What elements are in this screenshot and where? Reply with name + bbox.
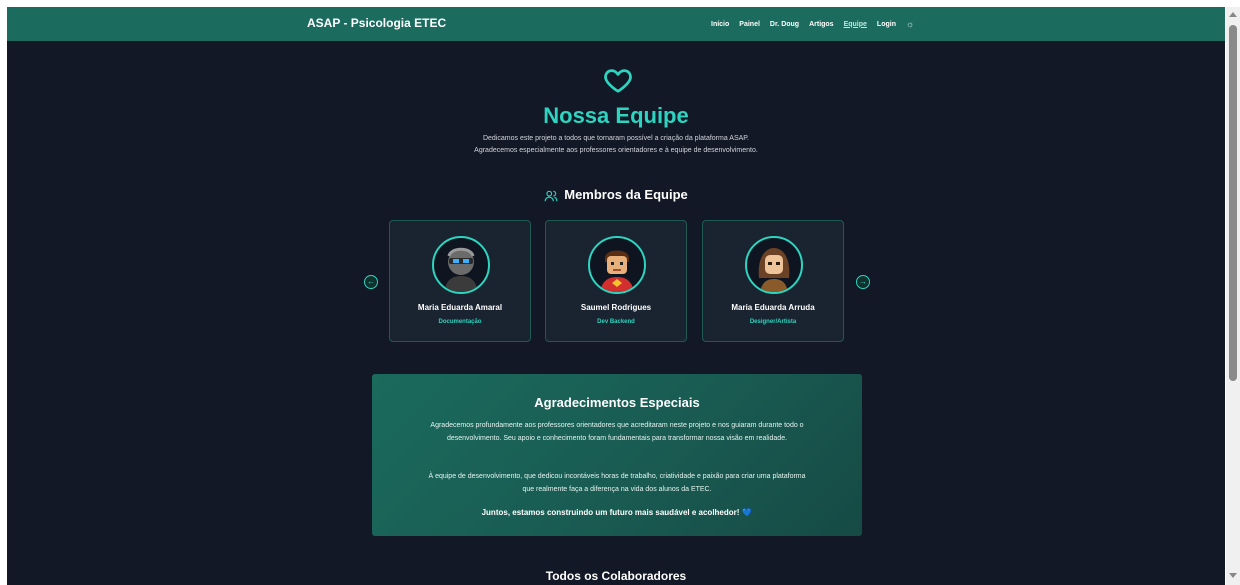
nav-equipe[interactable]: Equipe: [844, 21, 867, 28]
page-subtitle: Dedicamos este projeto a todos que torna…: [7, 133, 1225, 157]
member-name: Maria Eduarda Amaral: [417, 303, 503, 312]
avatar: [432, 236, 490, 294]
scrollbar[interactable]: [1226, 7, 1240, 585]
subtitle-line-1: Dedicamos este projeto a todos que torna…: [482, 135, 750, 142]
scroll-down-icon[interactable]: [1229, 573, 1237, 578]
page-title: Nossa Equipe: [543, 103, 689, 128]
members-title-text: Membros da Equipe: [564, 187, 688, 202]
sun-icon[interactable]: ☼: [906, 19, 914, 29]
scrollbar-thumb[interactable]: [1229, 25, 1237, 381]
thanks-panel: Agradecimentos Especiais Agradecemos pro…: [372, 374, 862, 536]
member-name: Maria Eduarda Arruda: [731, 303, 815, 312]
collaborators-title: Todos os Colaboradores: [545, 569, 687, 583]
member-card[interactable]: Saumel Rodrigues Dev Backend: [545, 220, 687, 342]
page: ASAP - Psicologia ETEC Início Painel Dr.…: [7, 7, 1225, 585]
brand-logo[interactable]: ASAP - Psicologia ETEC: [307, 16, 446, 30]
thanks-paragraph-1: Agradecemos profundamente aos professore…: [430, 422, 804, 442]
members-section-title: Membros da Equipe: [7, 187, 1225, 203]
thanks-paragraph-2: À equipe de desenvolvimento, que dedicou…: [428, 473, 806, 493]
member-role: Documentação: [438, 319, 482, 325]
nav-inicio[interactable]: Início: [711, 21, 729, 28]
nav-artigos[interactable]: Artigos: [809, 21, 834, 28]
member-role: Designer/Artista: [749, 319, 797, 325]
thanks-title: Agradecimentos Especiais: [534, 395, 700, 410]
closing-text: Juntos, estamos construindo um futuro ma…: [481, 508, 740, 517]
nav-menu: Início Painel Dr. Doug Artigos Equipe Lo…: [711, 19, 914, 29]
scroll-up-icon[interactable]: [1229, 12, 1237, 17]
avatar: [588, 236, 646, 294]
member-name: Saumel Rodrigues: [580, 303, 652, 312]
users-icon: [544, 190, 558, 201]
nav-login[interactable]: Login: [877, 21, 896, 28]
thanks-closing: Juntos, estamos construindo um futuro ma…: [372, 508, 862, 517]
member-card[interactable]: Maria Eduarda Amaral Documentação: [389, 220, 531, 342]
member-card[interactable]: Maria Eduarda Arruda Designer/Artista: [702, 220, 844, 342]
top-navbar: ASAP - Psicologia ETEC Início Painel Dr.…: [7, 7, 1225, 41]
avatar: [745, 236, 803, 294]
nav-dr-doug[interactable]: Dr. Doug: [770, 21, 799, 28]
arrow-right-icon[interactable]: →: [856, 275, 870, 289]
arrow-left-icon[interactable]: ←: [364, 275, 378, 289]
nav-painel[interactable]: Painel: [739, 21, 760, 28]
blue-heart-icon: 💙: [742, 508, 753, 517]
subtitle-line-2: Agradecemos especialmente aos professore…: [474, 147, 758, 154]
member-role: Dev Backend: [597, 319, 635, 325]
heart-icon: [604, 69, 632, 93]
